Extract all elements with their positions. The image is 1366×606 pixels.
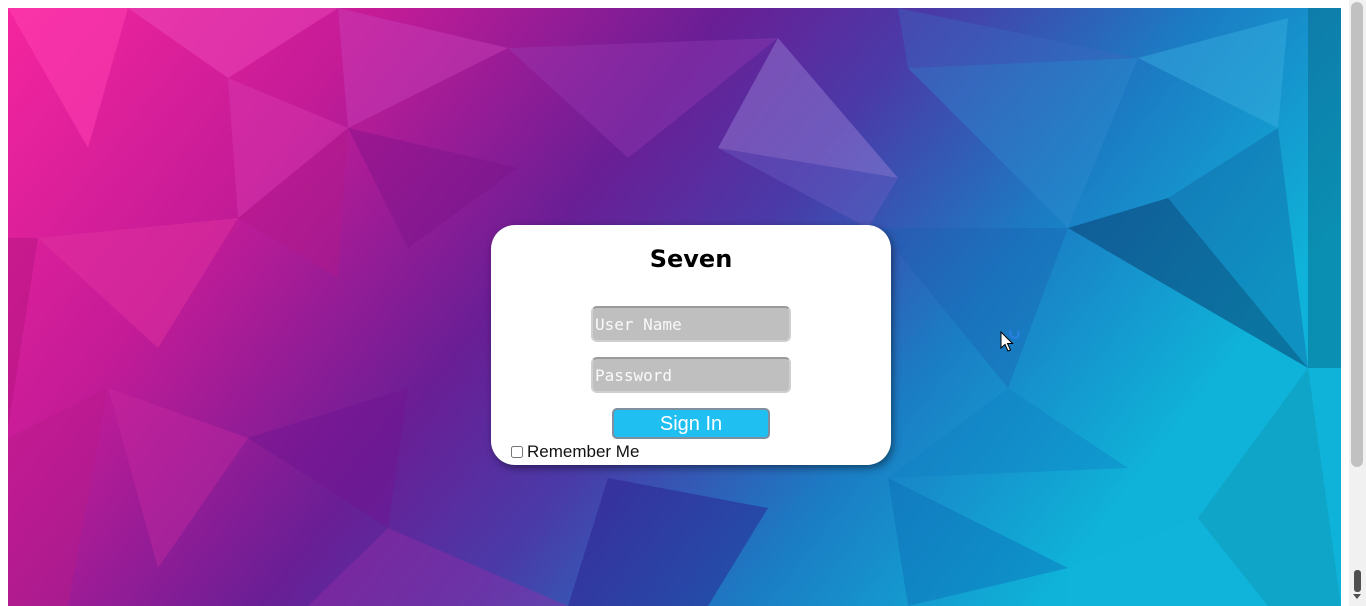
login-card: Seven Sign In Remember Me <box>491 225 891 465</box>
login-title: Seven <box>649 245 733 273</box>
remember-me-label: Remember Me <box>527 442 640 461</box>
sign-in-button[interactable]: Sign In <box>612 408 770 439</box>
scroll-down-arrow-icon[interactable] <box>1353 594 1361 599</box>
remember-me-option[interactable]: Remember Me <box>511 442 639 462</box>
remember-me-checkbox[interactable] <box>511 446 523 458</box>
username-input[interactable] <box>591 306 791 342</box>
scrollbar-thumb[interactable] <box>1354 570 1361 592</box>
password-input[interactable] <box>591 357 791 393</box>
page-viewport: Seven Sign In Remember Me <box>8 8 1341 606</box>
vertical-scrollbar[interactable] <box>1349 0 1366 606</box>
busy-cursor-icon <box>1000 331 1020 352</box>
scrollbar-track-region[interactable] <box>1351 2 1363 467</box>
